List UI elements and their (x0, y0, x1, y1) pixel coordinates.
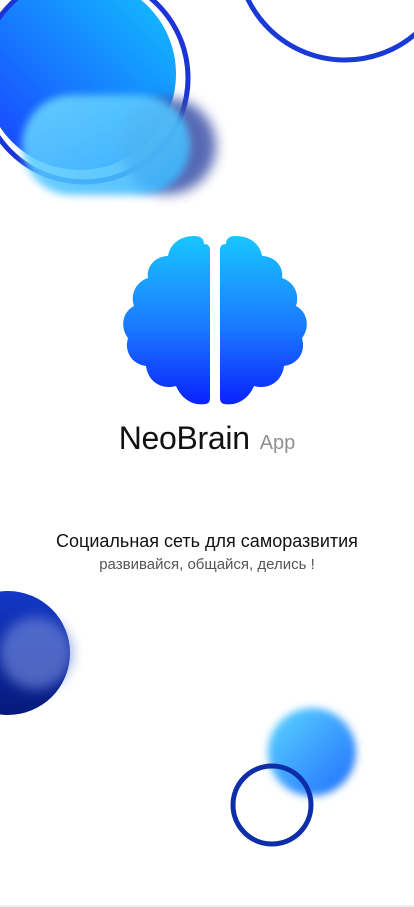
logo-block (0, 236, 414, 408)
top-right-ring (245, 0, 414, 63)
bottom-right-orb (230, 708, 356, 847)
brand-suffix: App (259, 432, 296, 454)
subtagline: развивайся, общайся, делись ! (99, 556, 315, 573)
top-left-orb (0, 0, 216, 195)
tagline: Социальная сеть для саморазвития (56, 531, 358, 551)
brand-name: NeoBrain (118, 420, 250, 456)
splash-screen: NeoBrain App Социальная сеть для саморазв… (0, 0, 414, 907)
left-orb (0, 591, 72, 715)
brain-icon (123, 236, 307, 405)
brand-title: NeoBrain App (0, 420, 414, 470)
